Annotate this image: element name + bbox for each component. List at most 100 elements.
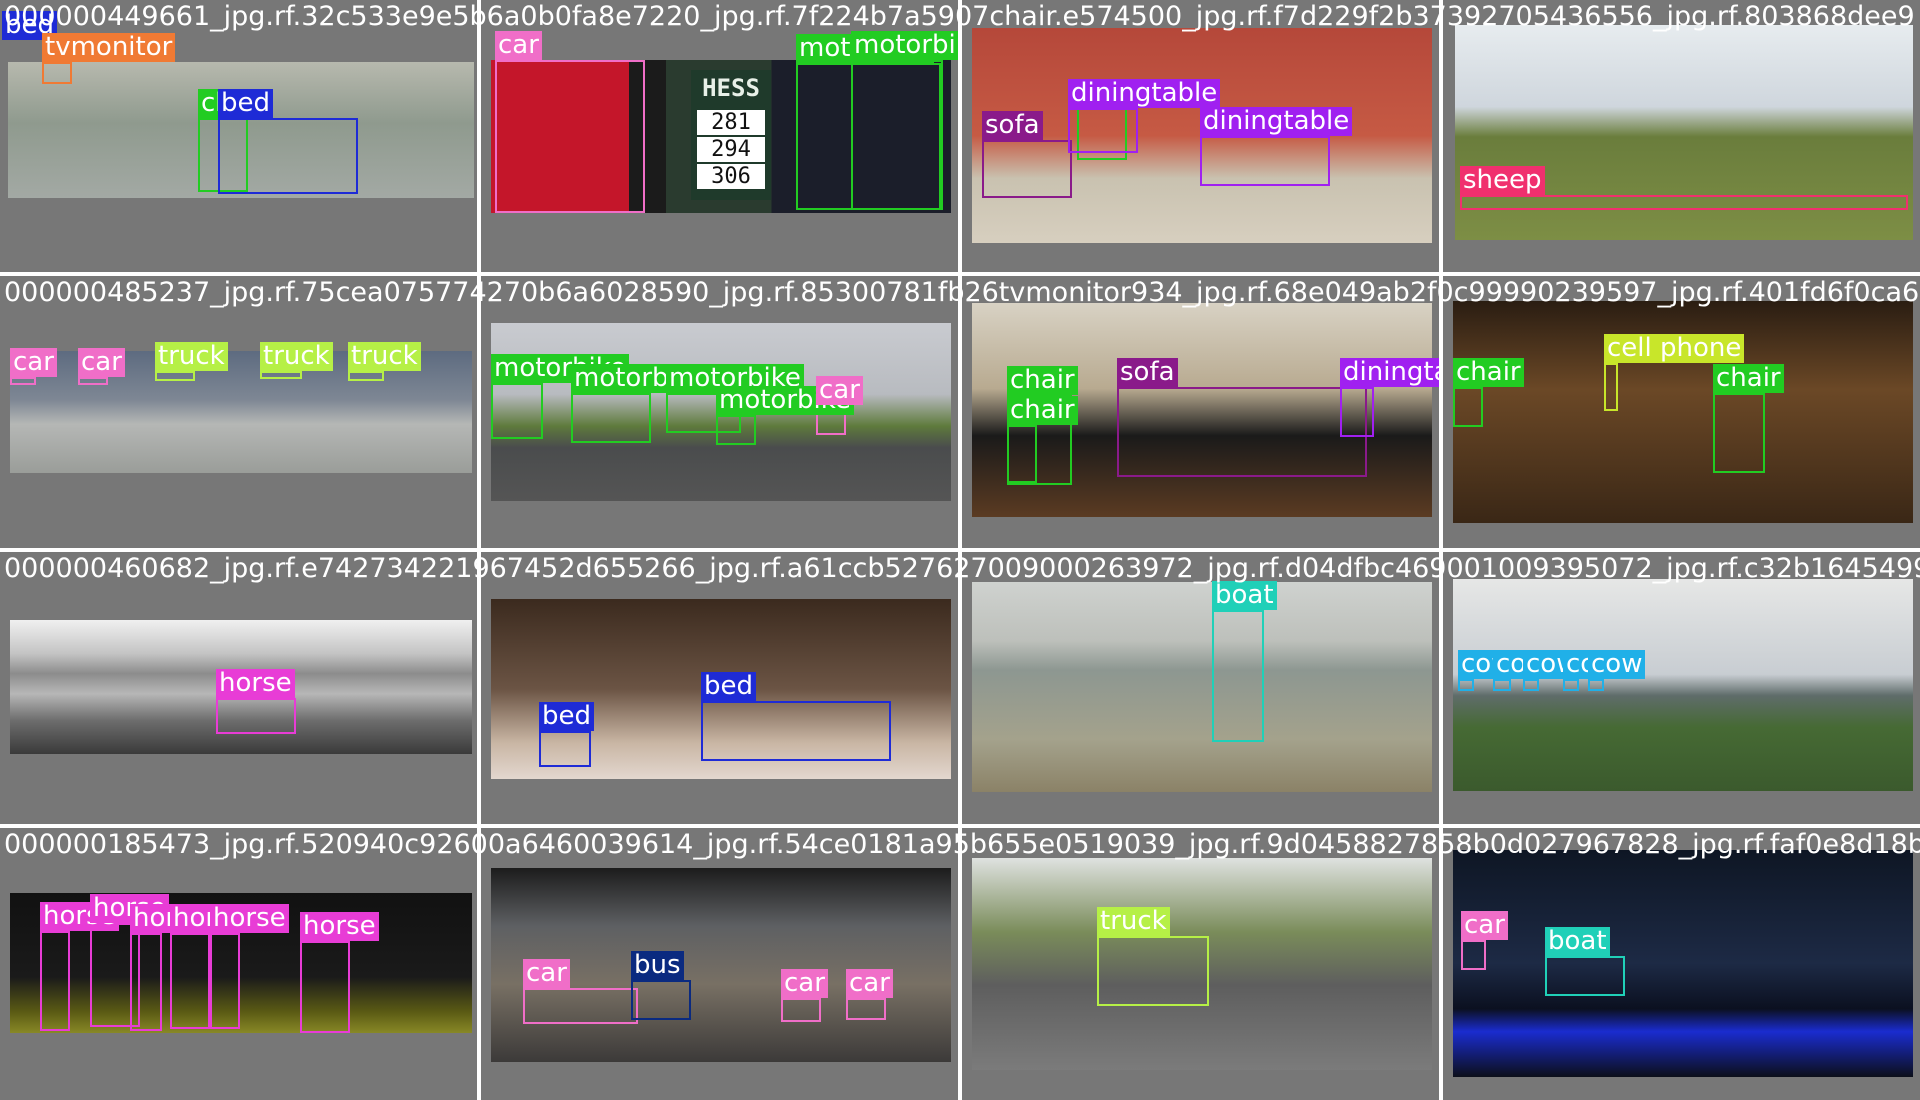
scene-photo: cell phone chair chair [1453, 301, 1913, 523]
bounding-box [348, 371, 384, 381]
class-label: cow [1588, 650, 1646, 679]
scene-photo: car car truck truck truck [10, 342, 472, 473]
prediction-panel: sheep [1443, 0, 1920, 272]
scene-photo: motorbike motorbike motorbike motorbike car [491, 323, 951, 501]
sign-price: 294 [697, 137, 765, 162]
class-label: horse [210, 904, 289, 933]
class-label: diningtable [1068, 79, 1221, 108]
scene-photo: bedtvmonitorchairbed [2, 11, 474, 198]
scene-photo: horse [10, 620, 472, 754]
bounding-box [155, 371, 195, 381]
bounding-box [42, 62, 72, 84]
bounding-box [1493, 679, 1511, 691]
prediction-grid: bed tvmonitor chair bed 000000449661_jpg.rf.… [0, 0, 1920, 1100]
sign-price: 306 [697, 164, 765, 189]
bounding-box [78, 377, 108, 385]
prediction-panel: car car truck truck truck [0, 276, 477, 548]
prediction-panel: HESS281294306carmotorbikemotorbike [481, 0, 958, 272]
scene-photo: bed bed [491, 599, 951, 779]
scene-photo: car boat [1453, 850, 1913, 1077]
bounding-box [701, 701, 891, 761]
sign-brand: HESS [702, 74, 760, 102]
class-label: car [1461, 911, 1508, 940]
class-label: car [846, 969, 893, 998]
sign-price: 281 [697, 110, 765, 135]
scene-photo: chairchair sofa diningtable [972, 303, 1439, 517]
bounding-box [1460, 195, 1908, 210]
class-label: horse [300, 912, 379, 941]
class-label: bus [631, 951, 684, 980]
bounding-box [1200, 136, 1330, 186]
class-label: sheep [1460, 166, 1545, 195]
prediction-panel: bed bed [481, 552, 958, 824]
prediction-panel: sofachairdiningtablediningtable [962, 0, 1439, 272]
bounding-box [300, 941, 350, 1033]
bounding-box [851, 60, 943, 210]
class-label: motorbike [851, 31, 958, 60]
class-label: bed [539, 702, 595, 731]
class-label: chair [1713, 364, 1784, 393]
scene-photo: horsehorsehorsehorsehorsehorse [10, 893, 472, 1033]
bounding-box [1068, 108, 1138, 153]
class-label: chair [1007, 366, 1078, 395]
class-label: car [78, 348, 125, 377]
class-label: car [781, 969, 828, 998]
class-label: bed [218, 89, 274, 118]
bounding-box [216, 698, 296, 734]
bounding-box [1545, 956, 1625, 996]
scene-photo: sheep [1455, 25, 1913, 240]
class-label: horse [216, 669, 295, 698]
class-label: truck [1097, 907, 1170, 936]
class-label: truck [155, 342, 228, 371]
bounding-box [1453, 387, 1483, 427]
bounding-box [260, 371, 302, 379]
bounding-box [218, 118, 358, 194]
bounding-box [1007, 425, 1037, 483]
class-label: chair [1007, 396, 1078, 425]
bounding-box [1340, 387, 1374, 437]
class-label: truck [260, 342, 333, 371]
bounding-box [10, 377, 36, 385]
class-label: truck [348, 342, 421, 371]
class-label: car [523, 959, 570, 988]
class-label: boat [1212, 581, 1277, 610]
bounding-box [170, 933, 210, 1029]
scene-photo: cowcowcowcowcow [1453, 579, 1913, 791]
class-label: bed [701, 672, 757, 701]
prediction-panel: bedtvmonitorchairbed [0, 0, 477, 272]
prediction-panel: cell phone chair chair [1443, 276, 1920, 548]
bounding-box [631, 980, 691, 1020]
class-label: chair [1453, 358, 1524, 387]
scene-photo: HESS281294306carmotorbikemotorbike [491, 31, 958, 213]
bounding-box [1713, 393, 1765, 473]
prediction-panel: chairchair sofa diningtable [962, 276, 1439, 548]
prediction-panel: horsehorsehorsehorsehorsehorse [0, 828, 477, 1100]
scene-photo: boat [972, 581, 1432, 792]
class-label: car [10, 348, 57, 377]
filename-label: 000000449661_jpg.rf.32c533e9e5b6a0b0fa8e… [4, 1, 1915, 32]
gas-price-sign: HESS 281 294 306 [691, 70, 771, 200]
bounding-box [1461, 940, 1486, 970]
bounding-box [781, 998, 821, 1022]
class-label: car [495, 31, 542, 60]
bounding-box [491, 383, 543, 439]
bounding-box [210, 933, 240, 1029]
bounding-box [846, 998, 886, 1020]
bounding-box [539, 731, 591, 767]
scene-photo: car bus car car [491, 868, 951, 1062]
bounding-box [1097, 936, 1209, 1006]
bounding-box [40, 931, 70, 1031]
class-label: sofa [1117, 358, 1178, 387]
bounding-box [1523, 679, 1539, 691]
bounding-box [716, 415, 756, 445]
class-label: boat [1545, 927, 1610, 956]
prediction-panel: horse [0, 552, 477, 824]
bounding-box [523, 988, 638, 1024]
prediction-panel: cowcowcowcowcow [1443, 552, 1920, 824]
class-label: diningtable [1200, 107, 1353, 136]
bounding-box [1117, 387, 1367, 477]
class-label: tvmonitor [42, 33, 176, 62]
prediction-panel: truck [962, 828, 1439, 1100]
class-label: car [816, 376, 863, 405]
prediction-panel: boat [962, 552, 1439, 824]
